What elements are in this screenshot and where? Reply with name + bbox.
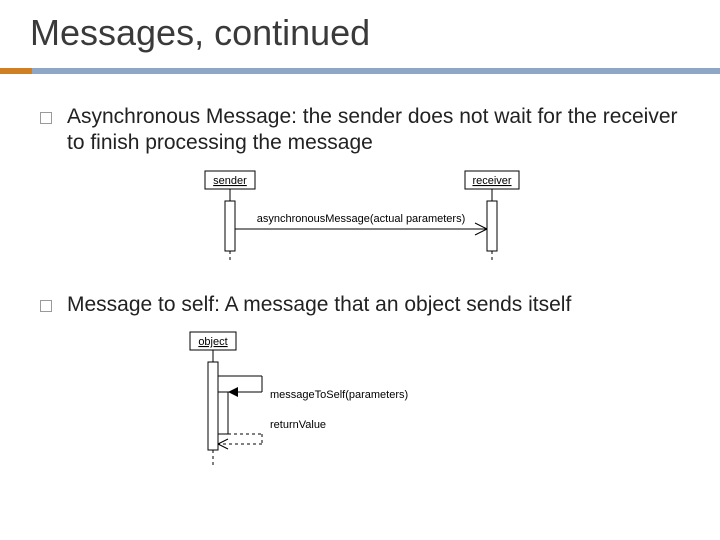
lifeline-label-object: object: [198, 336, 227, 348]
message-label-self: messageToSelf(parameters): [270, 389, 408, 401]
bullet-text: Message to self: A message that an objec…: [67, 292, 571, 318]
title-underline: [0, 68, 720, 74]
lifeline-label-receiver: receiver: [472, 175, 511, 187]
bullet-item: Asynchronous Message: the sender does no…: [40, 104, 690, 157]
diagram-message-to-self: object messa: [170, 328, 470, 473]
message-label-async: asynchronousMessage(actual parameters): [257, 213, 466, 225]
bullet-text: Asynchronous Message: the sender does no…: [67, 104, 690, 157]
bullet-item: Message to self: A message that an objec…: [40, 292, 690, 318]
diagram-async-message: sender receiver asynchronousMessage(actu…: [165, 167, 565, 272]
bullet-marker-icon: [40, 300, 52, 312]
slide-title: Messages, continued: [0, 0, 720, 54]
return-label-self: returnValue: [270, 419, 326, 431]
title-underline-accent: [0, 68, 32, 74]
bullet-marker-icon: [40, 112, 52, 124]
lifeline-label-sender: sender: [213, 175, 247, 187]
